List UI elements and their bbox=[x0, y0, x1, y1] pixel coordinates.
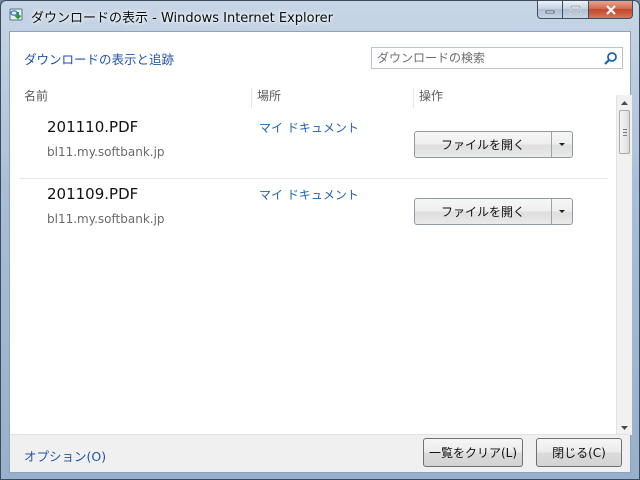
open-file-split-button: ファイルを開く bbox=[414, 131, 573, 158]
close-icon bbox=[605, 4, 616, 15]
download-row[interactable]: 201110.PDF bl11.my.softbank.jp マイ ドキュメント… bbox=[20, 113, 608, 179]
ie-download-icon bbox=[9, 7, 25, 23]
arrow-up-icon bbox=[621, 100, 628, 105]
column-divider bbox=[251, 88, 252, 108]
chevron-down-icon bbox=[559, 143, 565, 146]
view-and-track-downloads-link[interactable]: ダウンロードの表示と追跡 bbox=[24, 49, 174, 68]
download-row[interactable]: 201109.PDF bl11.my.softbank.jp マイ ドキュメント… bbox=[20, 180, 608, 246]
column-header-action[interactable]: 操作 bbox=[419, 87, 443, 109]
file-source-host: bl11.my.softbank.jp bbox=[47, 212, 165, 226]
file-name: 201110.PDF bbox=[47, 118, 139, 136]
search-box[interactable] bbox=[371, 47, 623, 69]
column-header-location[interactable]: 場所 bbox=[257, 87, 281, 109]
open-file-button[interactable]: ファイルを開く bbox=[415, 199, 552, 224]
window-controls bbox=[537, 1, 633, 21]
close-button[interactable]: 閉じる(C) bbox=[536, 438, 622, 467]
open-file-dropdown-button[interactable] bbox=[552, 199, 572, 224]
open-file-split-button: ファイルを開く bbox=[414, 198, 573, 225]
options-link[interactable]: オプション(O) bbox=[24, 446, 106, 465]
arrow-down-icon bbox=[621, 425, 628, 430]
search-icon[interactable] bbox=[603, 51, 618, 66]
footer-bar: オプション(O) 一覧をクリア(L) 閉じる(C) bbox=[10, 435, 630, 472]
file-name: 201109.PDF bbox=[47, 185, 139, 203]
close-window-button[interactable] bbox=[589, 1, 633, 19]
scroll-down-button[interactable] bbox=[617, 420, 632, 435]
row-divider bbox=[20, 178, 608, 179]
maximize-button[interactable] bbox=[563, 1, 589, 19]
maximize-icon bbox=[570, 5, 581, 14]
search-input[interactable] bbox=[377, 50, 597, 66]
open-file-dropdown-button[interactable] bbox=[552, 132, 572, 157]
download-manager-panel: ダウンロードの表示と追跡 名前 場所 操作 201110.PDF bl11.my… bbox=[9, 31, 632, 473]
file-location-link[interactable]: マイ ドキュメント bbox=[259, 119, 359, 136]
file-location-link[interactable]: マイ ドキュメント bbox=[259, 186, 359, 203]
window-title: ダウンロードの表示 - Windows Internet Explorer bbox=[31, 11, 333, 26]
minimize-button[interactable] bbox=[537, 1, 563, 19]
vertical-scrollbar[interactable] bbox=[616, 95, 632, 435]
download-window: ダウンロードの表示 - Windows Internet Explorer ダウ… bbox=[0, 0, 640, 480]
scroll-up-button[interactable] bbox=[617, 95, 632, 110]
minimize-icon bbox=[545, 10, 555, 13]
clear-list-button[interactable]: 一覧をクリア(L) bbox=[423, 438, 523, 467]
file-source-host: bl11.my.softbank.jp bbox=[47, 145, 165, 159]
scroll-thumb[interactable] bbox=[619, 110, 630, 154]
column-divider bbox=[413, 88, 414, 108]
title-bar[interactable]: ダウンロードの表示 - Windows Internet Explorer bbox=[1, 1, 639, 29]
column-header-name[interactable]: 名前 bbox=[24, 87, 48, 109]
chevron-down-icon bbox=[559, 210, 565, 213]
open-file-button[interactable]: ファイルを開く bbox=[415, 132, 552, 157]
